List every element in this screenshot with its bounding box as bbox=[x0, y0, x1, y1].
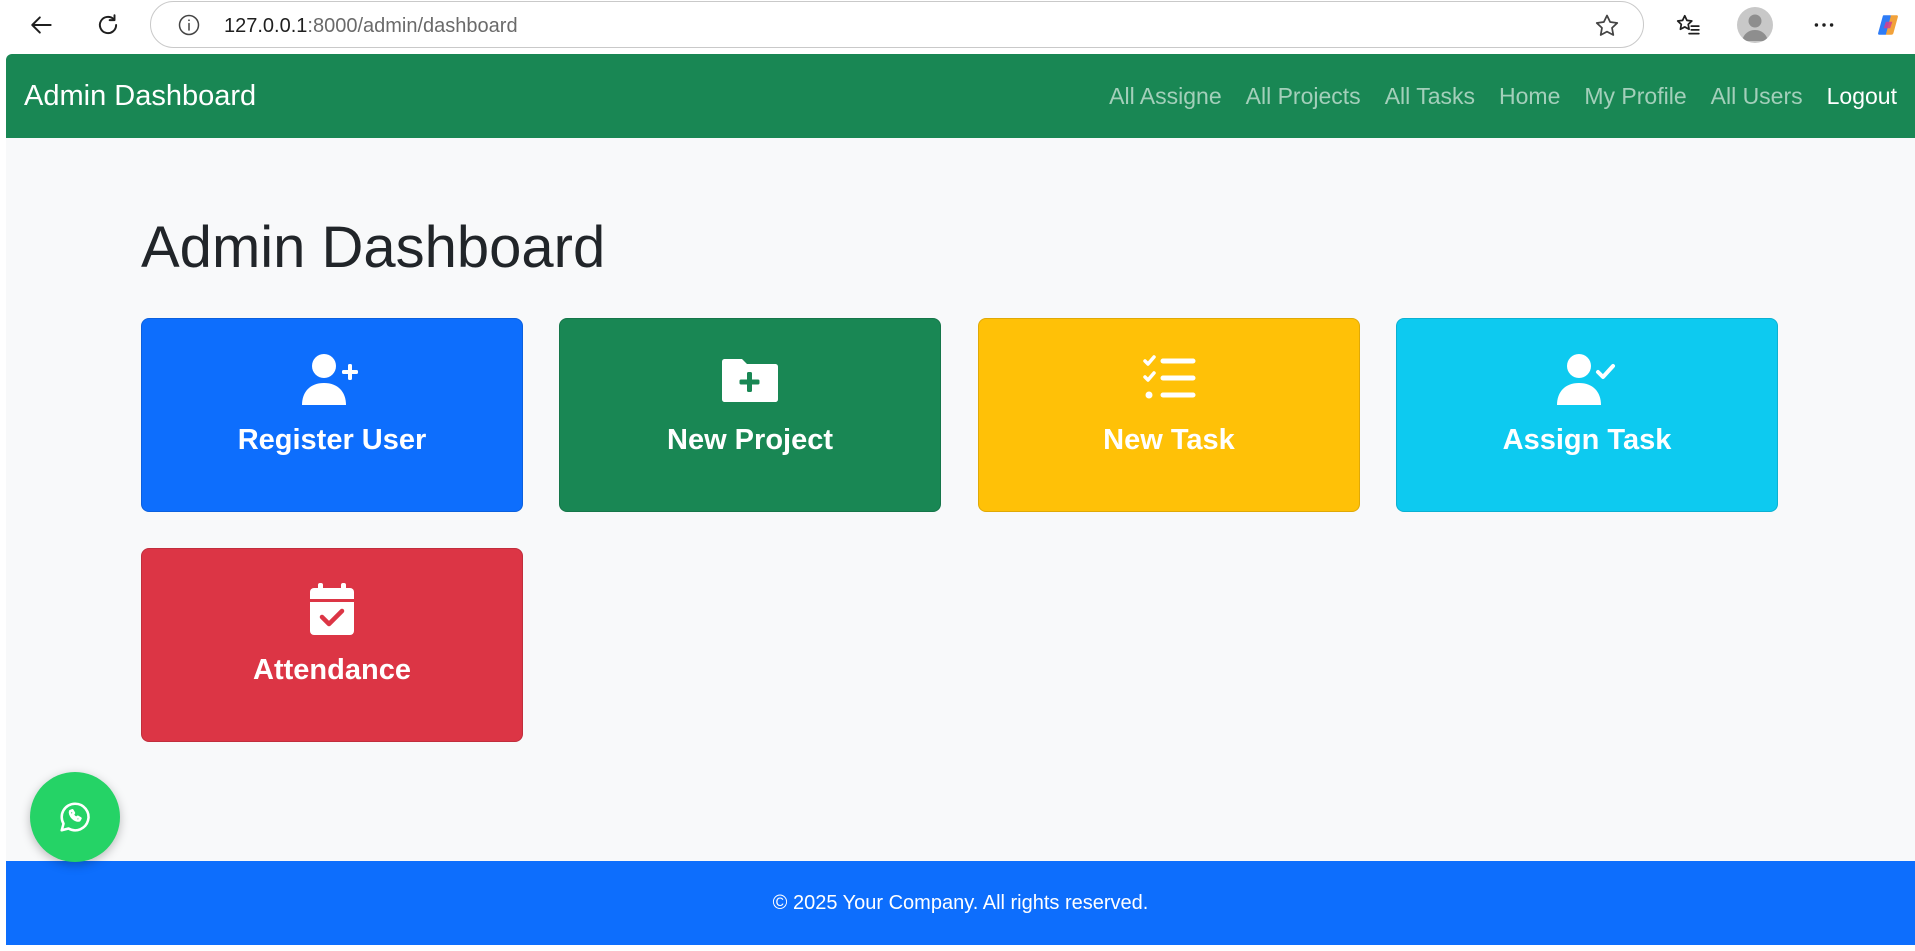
url-text[interactable]: 127.0.0.1:8000/admin/dashboard bbox=[224, 14, 518, 38]
folder-plus-icon bbox=[720, 353, 780, 405]
browser-toolbar: 127.0.0.1:8000/admin/dashboard bbox=[0, 0, 1915, 50]
nav-link-logout[interactable]: Logout bbox=[1827, 80, 1897, 112]
star-icon[interactable] bbox=[1593, 12, 1621, 40]
nav-links: All Assigne All Projects All Tasks Home … bbox=[1109, 80, 1897, 112]
copilot-button[interactable] bbox=[1870, 7, 1906, 43]
new-task-card[interactable]: New Task bbox=[978, 318, 1360, 512]
reload-icon bbox=[98, 14, 118, 35]
list-check-icon bbox=[1139, 353, 1199, 405]
new-project-label: New Project bbox=[667, 424, 833, 456]
reload-button[interactable] bbox=[90, 7, 126, 43]
more-horizontal-icon bbox=[1814, 23, 1834, 27]
url-path: :8000/admin/dashboard bbox=[307, 15, 518, 37]
attendance-card[interactable]: Attendance bbox=[141, 548, 523, 742]
arrow-left-icon bbox=[31, 16, 52, 34]
favorites-icon bbox=[1676, 14, 1700, 35]
person-icon bbox=[1742, 14, 1768, 41]
navbar: Admin Dashboard All Assigne All Projects… bbox=[6, 54, 1915, 138]
whatsapp-button[interactable] bbox=[30, 772, 120, 862]
nav-link-all-projects[interactable]: All Projects bbox=[1246, 80, 1361, 112]
address-bar[interactable]: 127.0.0.1:8000/admin/dashboard bbox=[150, 1, 1644, 48]
copilot-icon bbox=[1878, 15, 1898, 35]
register-user-card[interactable]: Register User bbox=[141, 318, 523, 512]
calendar-check-icon bbox=[302, 583, 362, 635]
nav-link-all-tasks[interactable]: All Tasks bbox=[1385, 80, 1475, 112]
new-task-label: New Task bbox=[1103, 424, 1235, 456]
nav-link-all-users[interactable]: All Users bbox=[1711, 80, 1803, 112]
assign-task-card[interactable]: Assign Task bbox=[1396, 318, 1778, 512]
user-check-icon bbox=[1557, 353, 1617, 405]
page-title: Admin Dashboard bbox=[141, 215, 606, 280]
favorites-button[interactable] bbox=[1670, 7, 1706, 43]
attendance-label: Attendance bbox=[253, 654, 411, 686]
more-options-button[interactable] bbox=[1806, 7, 1842, 43]
back-button[interactable] bbox=[24, 7, 60, 43]
navbar-brand[interactable]: Admin Dashboard bbox=[24, 79, 256, 113]
profile-avatar[interactable] bbox=[1737, 7, 1773, 43]
assign-task-label: Assign Task bbox=[1502, 424, 1672, 456]
whatsapp-icon bbox=[60, 802, 90, 832]
new-project-card[interactable]: New Project bbox=[559, 318, 941, 512]
nav-link-my-profile[interactable]: My Profile bbox=[1584, 80, 1686, 112]
info-icon[interactable] bbox=[177, 13, 201, 37]
url-host: 127.0.0.1 bbox=[224, 15, 308, 37]
user-plus-icon bbox=[302, 353, 362, 405]
register-user-label: Register User bbox=[237, 424, 427, 456]
footer: © 2025 Your Company. All rights reserved… bbox=[6, 861, 1915, 945]
page-viewport: Admin Dashboard All Assigne All Projects… bbox=[6, 54, 1915, 945]
nav-link-all-assigne[interactable]: All Assigne bbox=[1109, 80, 1222, 112]
footer-copyright: © 2025 Your Company. All rights reserved… bbox=[772, 891, 1149, 914]
nav-link-home[interactable]: Home bbox=[1499, 80, 1560, 112]
